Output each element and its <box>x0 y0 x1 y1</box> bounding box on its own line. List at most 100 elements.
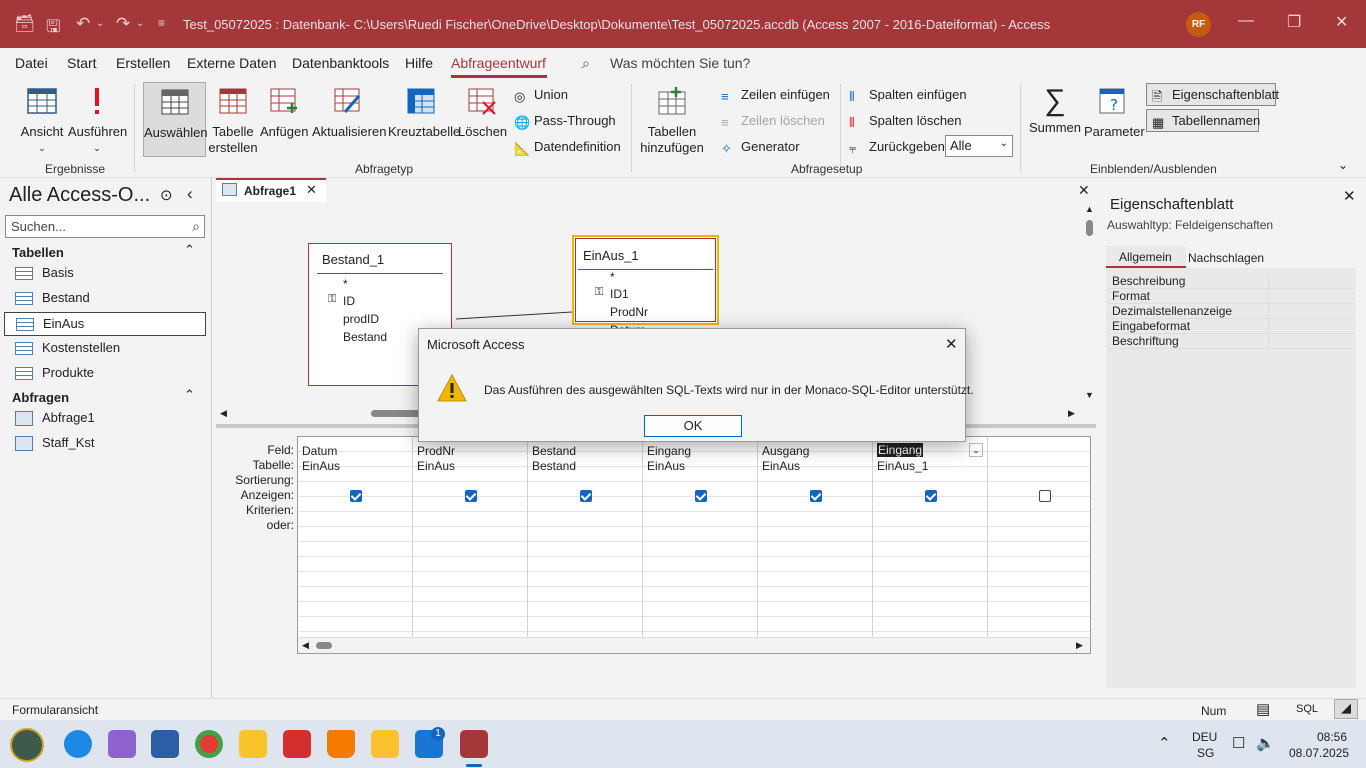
grid-cell-field[interactable]: Eingang <box>877 443 924 457</box>
nav-item-basis[interactable]: Basis <box>4 262 206 286</box>
grid-column[interactable]: Ausgang EinAus <box>758 437 873 637</box>
nav-menu-chevron-icon[interactable]: ⊙ <box>160 186 173 204</box>
prop-beschreibung[interactable]: Beschreibung <box>1108 274 1353 289</box>
show-checkbox[interactable] <box>695 490 707 502</box>
auswaehlen-button[interactable]: Auswählen <box>143 82 208 157</box>
aktualisieren-button[interactable]: Aktualisieren <box>312 86 386 140</box>
section-abfragen[interactable]: Abfragen <box>12 390 69 405</box>
grid-cell-table[interactable]: Bestand <box>532 459 576 473</box>
zurueckgeben-select[interactable]: Alle ⌄ <box>945 135 1013 157</box>
avatar[interactable]: RF <box>1186 12 1211 37</box>
close-icon[interactable]: ✕ <box>945 335 958 353</box>
vertical-scrollbar[interactable]: ▲ ▼ <box>1082 202 1096 406</box>
parameter-button[interactable]: ? Parameter <box>1084 86 1145 140</box>
field-item[interactable]: ID <box>343 294 355 308</box>
scrollbar-thumb[interactable] <box>1086 220 1093 236</box>
prop-dezimalstellenanzeige[interactable]: Dezimalstellenanzeige <box>1108 304 1353 319</box>
design-view-icon[interactable]: ◢ <box>1334 699 1358 719</box>
tab-start[interactable]: Start <box>67 55 97 71</box>
grid-column[interactable]: Datum EinAus <box>298 437 413 637</box>
tab-datei[interactable]: Datei <box>15 55 48 71</box>
vlc-icon[interactable] <box>327 730 355 758</box>
scroll-left-icon[interactable]: ◀ <box>220 408 227 419</box>
zeilen-loeschen-button[interactable]: ≡ Zeilen löschen <box>721 113 825 130</box>
ok-button[interactable]: OK <box>644 415 742 437</box>
tab-erstellen[interactable]: Erstellen <box>116 55 170 71</box>
prop-eingabeformat[interactable]: Eingabeformat <box>1108 319 1353 334</box>
tab-externe-daten[interactable]: Externe Daten <box>187 55 277 71</box>
field-item[interactable]: ProdNr <box>610 305 648 319</box>
anfuegen-button[interactable]: Anfügen <box>260 86 308 140</box>
notes-icon[interactable] <box>371 730 399 758</box>
customize-qat-icon[interactable]: ≡ <box>158 16 165 30</box>
grid-column[interactable]: ProdNr EinAus <box>413 437 528 637</box>
tab-hilfe[interactable]: Hilfe <box>405 55 433 71</box>
undo-icon[interactable]: ↶ <box>76 14 90 34</box>
nav-item-kostenstellen[interactable]: Kostenstellen <box>4 337 206 361</box>
grid-cell-table[interactable]: EinAus <box>417 459 455 473</box>
chrome-icon[interactable] <box>195 730 223 758</box>
grid-cell-table[interactable]: EinAus <box>762 459 800 473</box>
redo-dropdown-icon[interactable]: ⌄ <box>136 18 144 29</box>
ansicht-button[interactable]: Ansicht ⌄ <box>20 86 64 156</box>
undo-dropdown-icon[interactable]: ⌄ <box>96 18 104 29</box>
scrollbar-thumb[interactable] <box>371 410 421 417</box>
nav-title[interactable]: Alle Access-O... <box>9 184 150 207</box>
show-checkbox[interactable] <box>810 490 822 502</box>
nav-search-input[interactable]: Suchen... ⌕ <box>5 215 205 238</box>
prop-beschriftung[interactable]: Beschriftung <box>1108 334 1353 349</box>
tabelle-erstellen-button[interactable]: Tabelle erstellen <box>208 86 258 156</box>
union-button[interactable]: ◎ Union <box>514 87 568 104</box>
field-item[interactable]: prodID <box>343 312 379 326</box>
show-checkbox[interactable] <box>465 490 477 502</box>
eigenschaftenblatt-button[interactable]: 🖹 Eigenschaftenblatt <box>1146 83 1279 106</box>
grid-column-selected[interactable]: Eingang ⌄ EinAus_1 <box>873 437 988 637</box>
datasheet-view-icon[interactable]: ▤ <box>1256 700 1270 718</box>
scroll-down-icon[interactable]: ▼ <box>1085 390 1094 400</box>
start-icon[interactable] <box>10 728 44 762</box>
field-item[interactable]: ID1 <box>610 287 629 301</box>
close-icon[interactable]: ✕ <box>1335 12 1348 32</box>
sql-view-button[interactable]: SQL <box>1296 703 1318 715</box>
kreuztabelle-button[interactable]: Kreuztabelle <box>388 86 460 140</box>
nav-item-staff-kst[interactable]: Staff_Kst <box>4 432 206 456</box>
show-checkbox[interactable] <box>350 490 362 502</box>
field-dropdown-chevron-icon[interactable]: ⌄ <box>969 443 983 457</box>
grid-cell-field[interactable]: Bestand <box>532 444 576 458</box>
volume-icon[interactable]: 🔈 <box>1256 734 1275 752</box>
clock-time[interactable]: 08:56 <box>1317 730 1347 744</box>
minimize-icon[interactable]: — <box>1238 12 1254 30</box>
scrollbar-thumb[interactable] <box>316 642 332 649</box>
access-icon[interactable] <box>460 730 488 758</box>
generator-button[interactable]: ✧ Generator <box>721 139 800 156</box>
redo-icon[interactable]: ↷ <box>116 14 130 34</box>
language-indicator[interactable]: DEU <box>1192 730 1217 744</box>
collapse-ribbon-icon[interactable]: ⌄ <box>1338 158 1348 172</box>
nav-item-bestand[interactable]: Bestand <box>4 287 206 311</box>
clock-date[interactable]: 08.07.2025 <box>1289 746 1349 760</box>
document-tab-abfrage1[interactable]: Abfrage1 ✕ <box>216 178 326 202</box>
store-icon[interactable] <box>151 730 179 758</box>
field-item[interactable]: Bestand <box>343 330 387 344</box>
grid-cell-field[interactable]: Ausgang <box>762 444 809 458</box>
restore-icon[interactable]: ❐ <box>1287 12 1301 32</box>
collapse-nav-icon[interactable]: ‹ <box>187 184 193 204</box>
show-checkbox[interactable] <box>580 490 592 502</box>
pass-through-button[interactable]: 🌐 Pass-Through <box>514 113 616 130</box>
grid-cell-table[interactable]: EinAus <box>302 459 340 473</box>
region-indicator[interactable]: SG <box>1197 746 1214 760</box>
field-item[interactable]: * <box>610 270 615 284</box>
grid-cell-field[interactable]: ProdNr <box>417 444 455 458</box>
show-checkbox[interactable] <box>1039 490 1051 502</box>
tab-datenbanktools[interactable]: Datenbanktools <box>292 55 389 71</box>
grid-column[interactable]: Bestand Bestand <box>528 437 643 637</box>
nav-item-abfrage1[interactable]: Abfrage1 <box>4 407 206 431</box>
grid-horizontal-scrollbar[interactable]: ◀ ▶ <box>298 637 1090 653</box>
grid-cell-field[interactable]: Eingang <box>647 444 691 458</box>
zeilen-einfuegen-button[interactable]: ≡ Zeilen einfügen <box>721 87 830 104</box>
scroll-right-icon[interactable]: ▶ <box>1068 408 1075 419</box>
summen-button[interactable]: ∑ Summen <box>1028 86 1082 136</box>
search-icon[interactable]: ⌕ <box>192 218 200 235</box>
close-tab-icon[interactable]: ✕ <box>306 182 317 198</box>
tabellennamen-button[interactable]: ▦ Tabellennamen <box>1146 109 1260 132</box>
